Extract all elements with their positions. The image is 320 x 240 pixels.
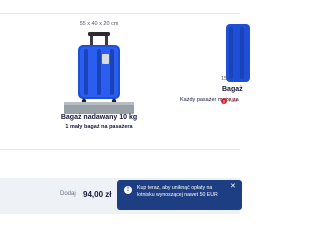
divider: [0, 149, 240, 150]
baggage-price: 94,00 zł: [83, 190, 112, 199]
toast-notification: ! Kup teraz, aby uniknąć opłaty na lotni…: [117, 180, 242, 210]
cabin-suitcase-image: [210, 24, 250, 124]
cabin-baggage-title: Bagaż: [222, 86, 243, 93]
cabin-baggage-card[interactable]: 15 Bagaż Każdy pasażer może za: [180, 14, 260, 144]
unavailable-notice: ! Nie: [221, 98, 237, 104]
checked-baggage-description: 1 mały bagaż na pasażera: [65, 124, 133, 130]
close-icon[interactable]: ✕: [230, 183, 236, 190]
checked-baggage-dimensions: 55 x 40 x 20 cm: [79, 21, 119, 27]
warning-icon: !: [221, 98, 227, 104]
unavailable-notice-text: Nie: [229, 98, 238, 104]
info-icon: !: [124, 186, 132, 194]
suitcase-icon: [226, 24, 250, 82]
suitcase-icon: [64, 32, 134, 114]
toast-message: Kup teraz, aby uniknąć opłaty na lotnisk…: [137, 185, 218, 198]
checked-baggage-title: Bagaż nadawany 10 kg: [60, 114, 138, 121]
cabin-baggage-dimensions: 15: [221, 76, 228, 82]
checked-baggage-card[interactable]: 55 x 40 x 20 cm Bagaż nadawany 10 kg 1 m…: [4, 14, 194, 144]
add-label: Dodaj: [60, 191, 76, 197]
baggage-selection-page: 55 x 40 x 20 cm Bagaż nadawany 10 kg 1 m…: [0, 0, 250, 240]
header-bar: [0, 0, 240, 14]
checked-suitcase-image: [59, 32, 139, 122]
